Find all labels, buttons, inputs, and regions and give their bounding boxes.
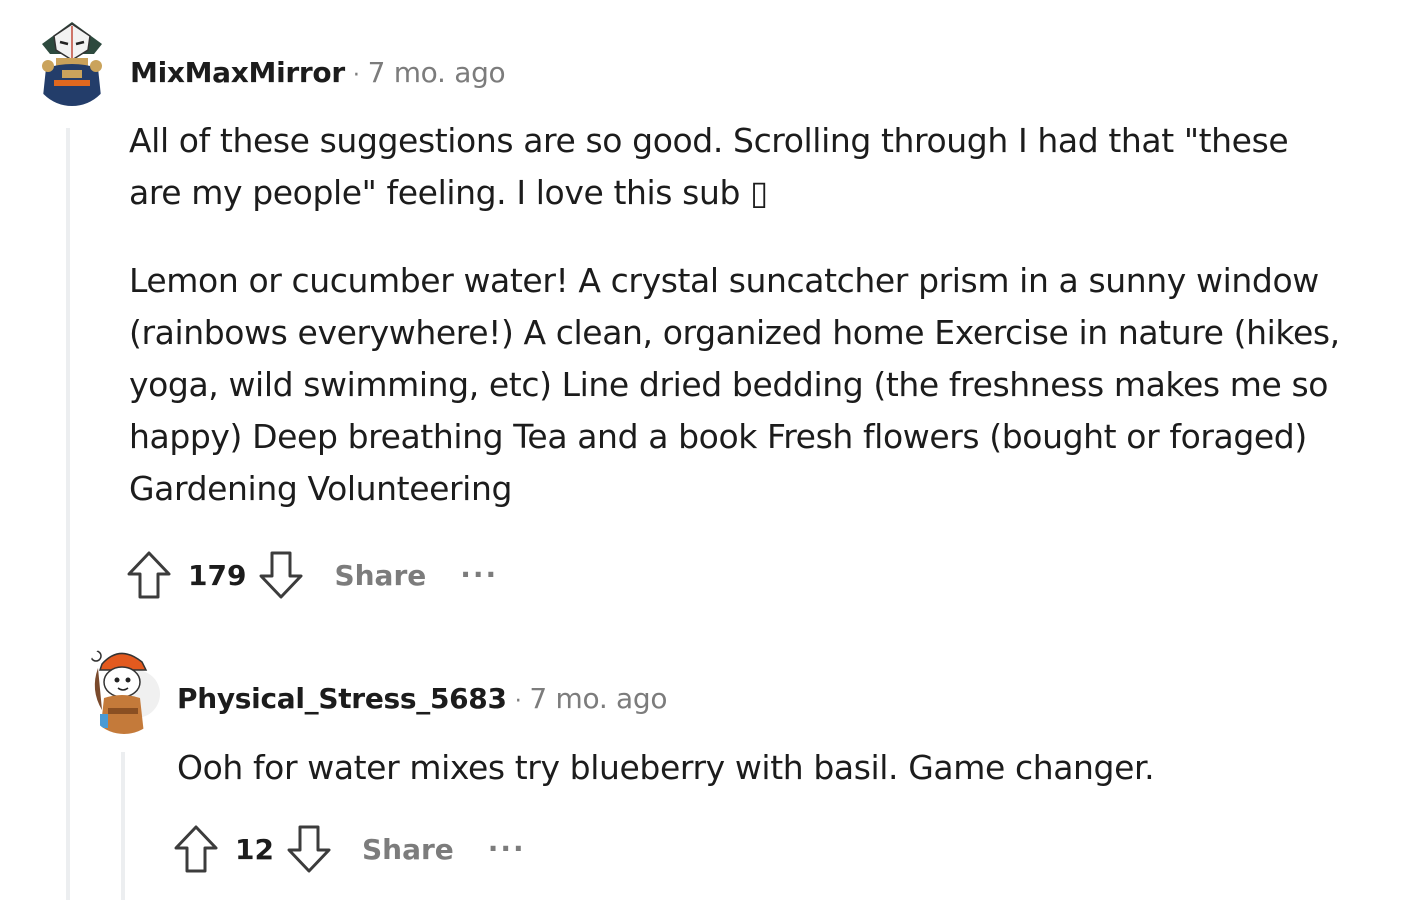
avatar[interactable] bbox=[86, 640, 162, 734]
downvote-button[interactable] bbox=[284, 821, 334, 877]
owl-warrior-avatar-icon bbox=[32, 14, 112, 106]
username-link[interactable]: Physical_Stress_5683 bbox=[177, 682, 507, 715]
comment-body: Ooh for water mixes try blueberry with b… bbox=[177, 742, 1377, 794]
comment-paragraph: All of these suggestions are so good. Sc… bbox=[129, 121, 1289, 212]
meta-separator: · bbox=[352, 63, 360, 88]
comment-meta: Physical_Stress_5683 · 7 mo. ago bbox=[177, 682, 667, 715]
upvote-arrow-icon bbox=[174, 825, 218, 873]
share-button[interactable]: Share bbox=[334, 559, 426, 592]
downvote-arrow-icon bbox=[259, 551, 303, 599]
comment-actions: 179 Share ... bbox=[124, 547, 498, 603]
thread-line-parent[interactable] bbox=[66, 128, 70, 900]
vote-score: 12 bbox=[235, 832, 274, 866]
comment-body: All of these suggestions are so good. Sc… bbox=[129, 115, 1379, 515]
username-link[interactable]: MixMaxMirror bbox=[130, 56, 345, 89]
more-options-button[interactable]: ... bbox=[460, 551, 498, 584]
downvote-arrow-icon bbox=[287, 825, 331, 873]
meta-separator: · bbox=[514, 689, 522, 714]
upvote-button[interactable] bbox=[124, 547, 174, 603]
upvote-button[interactable] bbox=[171, 821, 221, 877]
explorer-avatar-icon bbox=[86, 640, 162, 734]
comment-paragraph: Lemon or cucumber water! A crystal sunca… bbox=[129, 261, 1340, 508]
comment-actions: 12 Share ... bbox=[171, 821, 526, 877]
avatar[interactable] bbox=[32, 14, 112, 106]
share-button[interactable]: Share bbox=[362, 833, 454, 866]
timestamp-link[interactable]: 7 mo. ago bbox=[529, 682, 667, 715]
upvote-arrow-icon bbox=[127, 551, 171, 599]
vote-score: 179 bbox=[188, 558, 247, 592]
downvote-button[interactable] bbox=[256, 547, 306, 603]
comment-meta: MixMaxMirror · 7 mo. ago bbox=[130, 56, 506, 89]
more-options-button[interactable]: ... bbox=[488, 825, 526, 858]
timestamp-link[interactable]: 7 mo. ago bbox=[368, 56, 506, 89]
thread-line-reply[interactable] bbox=[121, 752, 125, 900]
comment-paragraph: Ooh for water mixes try blueberry with b… bbox=[177, 748, 1155, 787]
